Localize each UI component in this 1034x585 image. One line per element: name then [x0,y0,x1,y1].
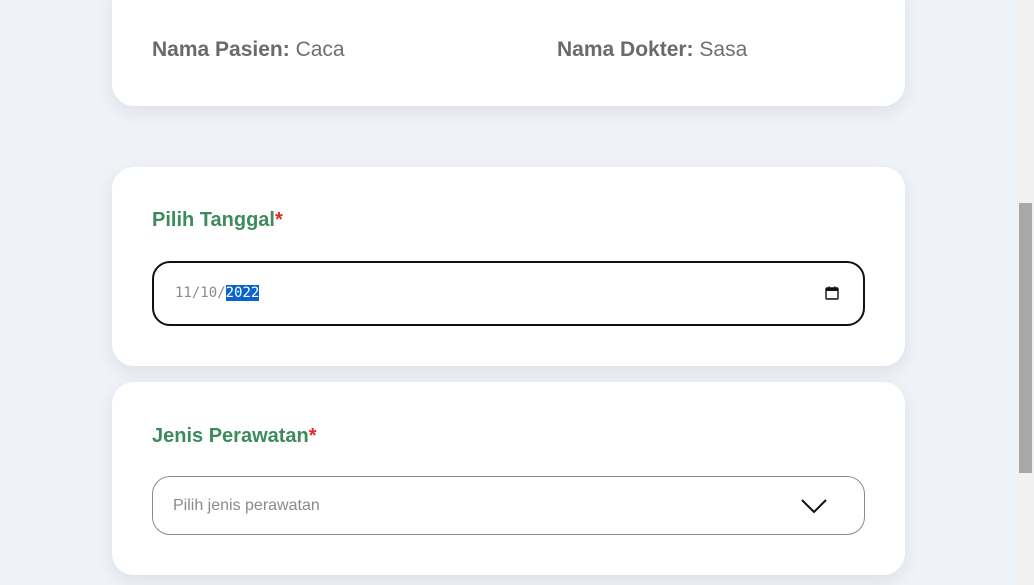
patient-name-value: Caca [295,38,345,61]
scrollbar-thumb[interactable] [1019,203,1032,473]
care-type-card: Jenis Perawatan* Pilih jenis perawatan [112,382,905,575]
date-year[interactable]: 2022 [225,285,260,301]
date-month[interactable]: 11 [175,285,192,301]
required-mark: * [274,209,283,231]
required-mark: * [308,425,317,447]
date-input[interactable]: 11/10/2022 [152,261,865,326]
patient-name: Nama Pasien: Caca [152,38,345,62]
date-value[interactable]: 11/10/2022 [175,285,260,301]
care-type-label-text: Jenis Perawatan [152,425,309,447]
care-type-placeholder: Pilih jenis perawatan [173,497,320,514]
chevron-down-icon[interactable] [801,498,827,514]
patient-name-label: Nama Pasien: [152,38,290,61]
date-separator: / [217,285,226,301]
scrollbar[interactable] [1017,0,1034,585]
calendar-icon[interactable] [825,286,839,300]
date-day[interactable]: 10 [200,285,217,301]
date-label-text: Pilih Tanggal [152,209,275,231]
page: Nama Pasien: Caca Nama Dokter: Sasa Pili… [0,0,1034,585]
care-type-label: Jenis Perawatan* [152,425,317,448]
doctor-name: Nama Dokter: Sasa [557,38,747,62]
patient-info-card: Nama Pasien: Caca Nama Dokter: Sasa [112,0,905,106]
date-card: Pilih Tanggal* 11/10/2022 [112,167,905,366]
doctor-name-label: Nama Dokter: [557,38,694,61]
care-type-select[interactable]: Pilih jenis perawatan [152,476,865,535]
doctor-name-value: Sasa [699,38,748,61]
date-label: Pilih Tanggal* [152,209,283,232]
